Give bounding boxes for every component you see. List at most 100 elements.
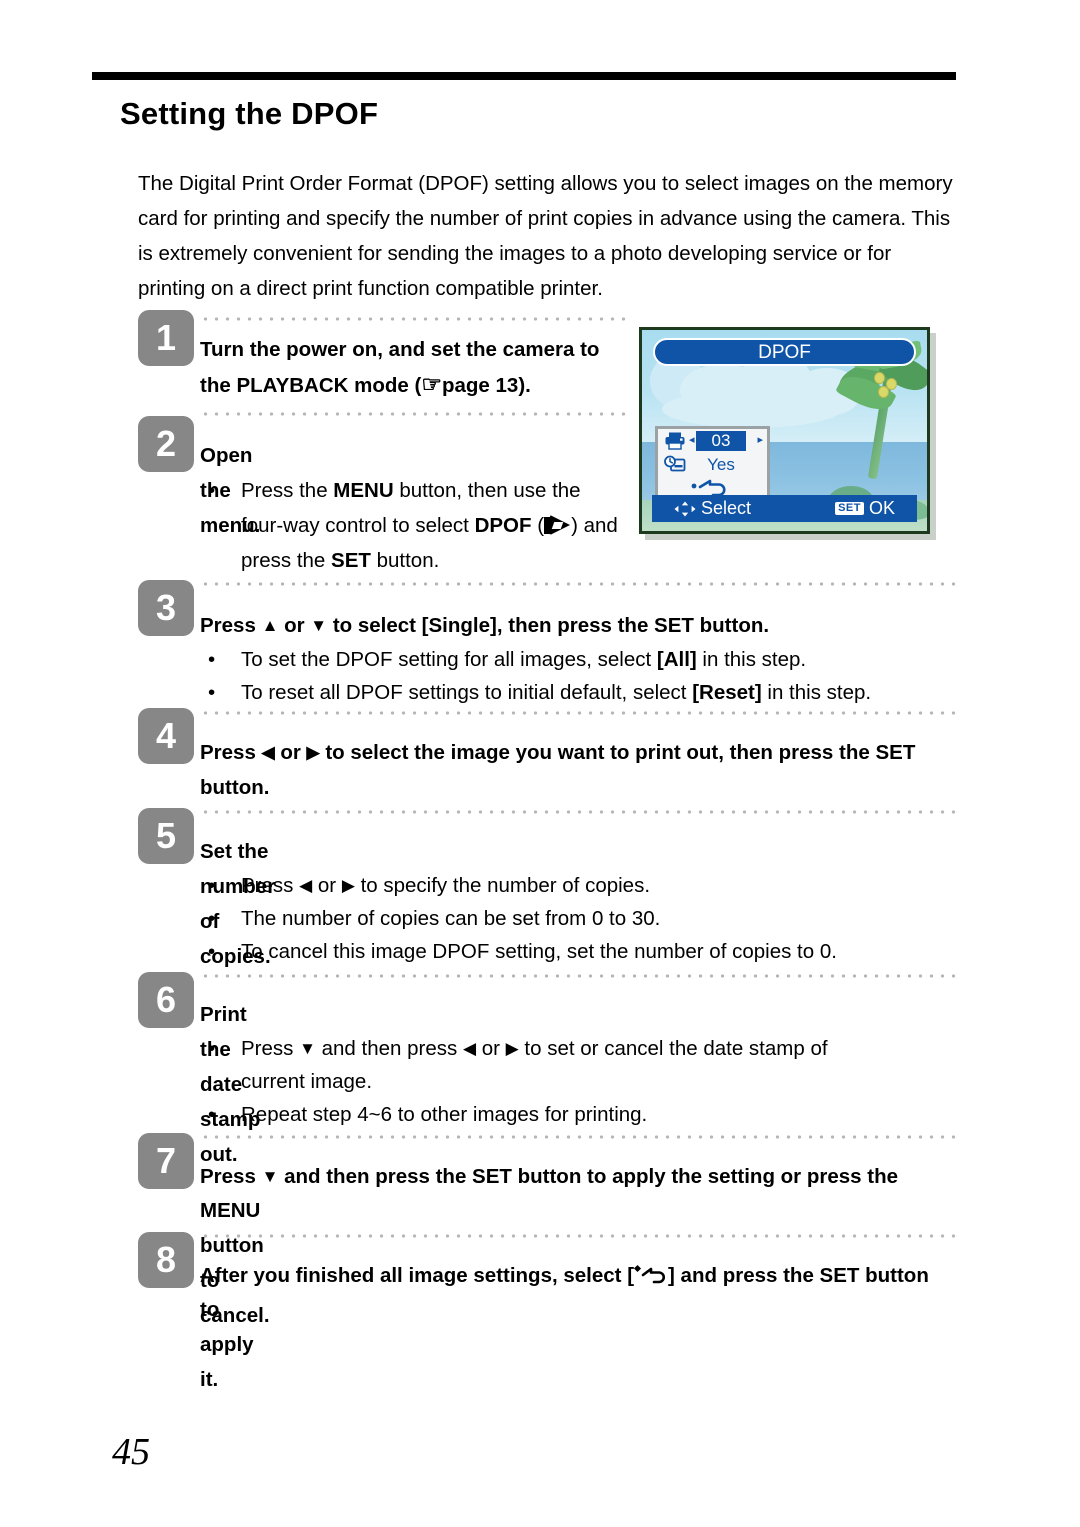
step-8-pre: After you finished all image settings, s… — [200, 1264, 635, 1287]
step-5-bullet-2-text: The number of copies can be set from 0 t… — [241, 907, 661, 930]
dpof-flag-icon — [544, 515, 571, 535]
step-1-line-1: Turn the power on, and set the camera to — [200, 338, 600, 361]
arrow-left-icon: ◀ — [299, 876, 313, 895]
lcd-menu-panel: ◂ 03 ▸ Yes — [655, 426, 770, 501]
lcd-status-bar: Select SET OK — [652, 495, 917, 522]
pointing-hand-icon: ☞ — [421, 371, 442, 397]
bullet-dot-icon: • — [208, 874, 216, 897]
lcd-menu-row-datestamp[interactable]: Yes — [658, 453, 767, 477]
step-divider-dots — [200, 317, 633, 321]
step-7-pre: Press — [200, 1165, 262, 1188]
step-3-bullet-1: • To set the DPOF setting for all images… — [208, 642, 948, 677]
step-number-badge: 2 — [138, 416, 194, 472]
step-divider-dots — [200, 711, 956, 715]
reset-keyword: [Reset] — [692, 681, 762, 704]
manual-page: Setting the DPOF The Digital Print Order… — [0, 0, 1080, 1527]
step-5-bullet-3-text: To cancel this image DPOF setting, set t… — [241, 940, 837, 963]
step-number-badge: 1 — [138, 310, 194, 366]
step-6-bullet-1-line2-text: current image. — [241, 1070, 373, 1093]
bracket-open: ( — [531, 514, 545, 537]
step-divider-dots — [200, 412, 633, 416]
set-keyword: SET — [331, 549, 371, 572]
step-number-badge: 6 — [138, 972, 194, 1028]
step-7-post: and then press the SET button to apply t… — [278, 1165, 899, 1188]
bullet-mid-2: or — [476, 1037, 506, 1060]
bullet-post: in this step. — [696, 648, 807, 671]
bullet-pre: Press — [241, 1037, 300, 1060]
step-3-bullet-1-text: To set the DPOF setting for all images, … — [241, 642, 948, 677]
bullet-dot-icon: • — [208, 648, 216, 671]
page-number: 45 — [112, 1431, 150, 1473]
step-4-mid: or — [274, 741, 307, 764]
lcd-menu-row-copies[interactable]: ◂ 03 ▸ — [658, 429, 767, 453]
bullet-dot-icon: • — [208, 907, 216, 930]
step-6-bullet-1: • Press ▼ and then press ◀ or ▶ to set o… — [208, 1031, 948, 1067]
step-3-heading: Press ▲ or ▼ to select [Single], then pr… — [200, 608, 960, 644]
lcd-ok-hint: SET OK — [835, 495, 895, 522]
bullet-dot-icon: • — [208, 681, 216, 704]
step-7-line-1: Press ▼ and then press the SET button to… — [200, 1159, 960, 1195]
arrow-down-icon: ▼ — [310, 616, 328, 635]
printer-icon — [664, 431, 686, 450]
bullet-tail: button. — [370, 549, 440, 572]
arrow-down-icon: ▼ — [261, 1167, 279, 1186]
step-divider-dots — [200, 1135, 956, 1139]
step-8-post: ] and press the SET button — [668, 1264, 929, 1287]
lcd-ok-label: OK — [868, 498, 895, 518]
cloud-shape — [662, 390, 842, 428]
step-3-mid: or — [278, 614, 311, 637]
step-5-bullet-3: • To cancel this image DPOF setting, set… — [208, 934, 948, 969]
step-8-line-2: to apply it. — [200, 1298, 254, 1391]
all-keyword: [All] — [656, 648, 697, 671]
bullet-mid: and then press — [315, 1037, 463, 1060]
arrow-right-icon: ▶ — [341, 876, 355, 895]
step-5-bullet-1: • Press ◀ or ▶ to specify the number of … — [208, 868, 948, 904]
step-1-text-post: page 13). — [441, 374, 531, 397]
dpof-keyword: DPOF — [474, 514, 532, 537]
arrow-right-icon: ▶ — [505, 1039, 519, 1058]
bullet-post: to specify the number of copies. — [354, 874, 651, 897]
step-number-badge: 7 — [138, 1133, 194, 1189]
step-number-badge: 4 — [138, 708, 194, 764]
camera-lcd-illustration: DPOF ◂ 03 ▸ Yes Select SET OK — [639, 327, 936, 540]
step-8-line-1: After you finished all image settings, s… — [200, 1258, 970, 1293]
arrow-up-icon: ▲ — [261, 616, 279, 635]
arrow-left-icon: ◀ — [261, 743, 275, 762]
bullet-dot-icon: • — [208, 940, 216, 963]
step-4-pre: Press — [200, 741, 262, 764]
step-divider-dots — [200, 582, 956, 586]
step-3-pre: Press — [200, 614, 262, 637]
return-arrow-icon — [633, 1264, 668, 1286]
step-6-bullet-2: • Repeat step 4~6 to other images for pr… — [208, 1097, 948, 1132]
bullet-dot-icon: • — [208, 1103, 216, 1126]
four-way-nav-icon — [674, 498, 701, 518]
coconut — [878, 386, 889, 398]
bullet-post: to set or cancel the date stamp of — [518, 1037, 828, 1060]
arrow-right-icon: ▶ — [306, 743, 320, 762]
step-number-badge: 8 — [138, 1232, 194, 1288]
menu-keyword: MENU — [333, 479, 394, 502]
bullet-dot-icon: • — [208, 1037, 216, 1060]
bullet-mid: or — [312, 874, 342, 897]
step-divider-dots — [200, 1234, 956, 1238]
coconut — [874, 372, 885, 384]
step-5-bullet-1-text: Press ◀ or ▶ to specify the number of co… — [241, 868, 948, 904]
date-stamp-icon — [664, 455, 686, 474]
step-6-bullet-1-line2: current image. — [208, 1064, 948, 1099]
step-divider-dots — [200, 974, 956, 978]
copies-left-arrow-icon[interactable]: ◂ — [689, 433, 695, 446]
arrow-down-icon: ▼ — [299, 1039, 316, 1058]
lcd-screen: DPOF ◂ 03 ▸ Yes Select SET OK — [639, 327, 930, 534]
step-3-bullet-2: • To reset all DPOF settings to initial … — [208, 675, 948, 710]
step-5-bullet-2: • The number of copies can be set from 0… — [208, 901, 948, 936]
step-divider-dots — [200, 810, 956, 814]
step-2-bullet-1-text: Press the MENU button, then use the four… — [241, 473, 618, 578]
copies-right-arrow-icon[interactable]: ▸ — [757, 433, 763, 446]
step-number-badge: 3 — [138, 580, 194, 636]
lcd-title-pill: DPOF — [653, 338, 916, 366]
step-1-line-2: the PLAYBACK mode (☞page 13). — [200, 367, 640, 403]
lcd-select-hint: Select — [674, 495, 751, 522]
arrow-left-icon: ◀ — [462, 1039, 477, 1058]
step-3-bullet-2-text: To reset all DPOF settings to initial de… — [241, 675, 948, 710]
step-6-bullet-1-text: Press ▼ and then press ◀ or ▶ to set or … — [241, 1031, 948, 1067]
